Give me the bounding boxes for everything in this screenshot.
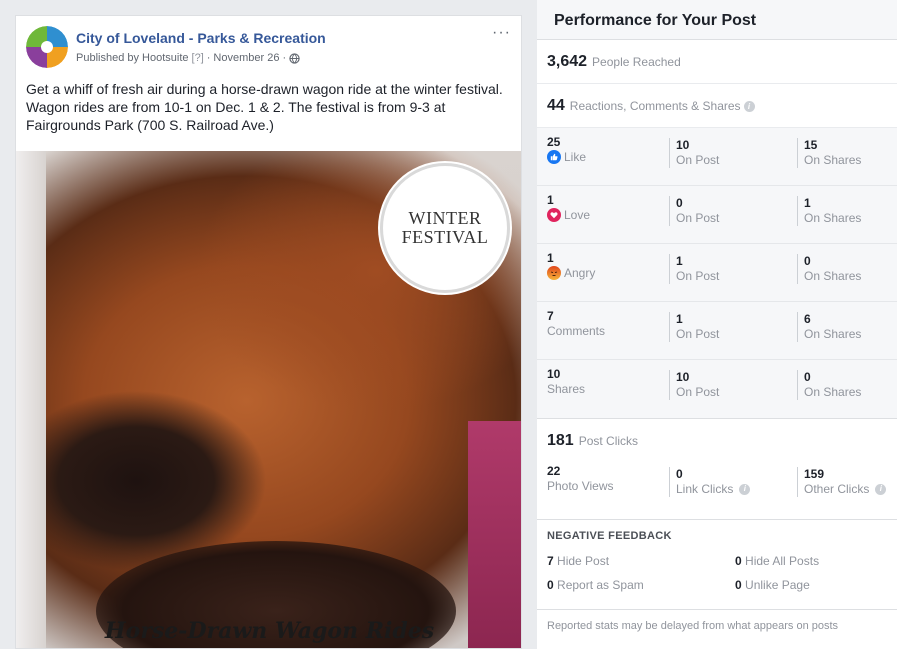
reach-row: 3,642 People Reached	[537, 40, 897, 84]
post-date[interactable]: November 26	[213, 52, 279, 64]
on-shares-label: On Shares	[804, 269, 862, 283]
hide-all-posts-stat: 0 Hide All Posts	[735, 554, 820, 568]
badge-line-1: WINTER	[408, 208, 482, 228]
reaction-stats: 25 Like 10 On Post 15 On Shares 1 Love 0 On…	[537, 128, 897, 419]
shares-on-shares: 0	[804, 370, 811, 384]
hide-post-stat: 7 Hide Post	[547, 554, 610, 568]
more-options-icon[interactable]: ···	[492, 25, 511, 41]
shares-count: 10	[547, 367, 561, 381]
like-icon	[547, 150, 561, 164]
published-by: Published by Hootsuite	[76, 52, 189, 64]
info-icon[interactable]: i	[743, 101, 755, 113]
angry-count: 1	[547, 251, 554, 265]
angry-label: Angry	[564, 266, 596, 280]
post-photo[interactable]: WINTER FESTIVAL Horse-Drawn Wagon Rides	[16, 151, 521, 648]
like-on-post: 10	[676, 138, 690, 152]
page-avatar[interactable]	[26, 26, 68, 68]
on-post-label: On Post	[676, 327, 720, 341]
on-post-label: On Post	[676, 211, 720, 225]
on-post-label: On Post	[676, 385, 720, 399]
meta-separator: ·	[282, 52, 287, 64]
on-post-label: On Post	[676, 153, 720, 167]
like-count: 25	[547, 135, 561, 149]
on-shares-label: On Shares	[804, 153, 862, 167]
reach-value: 3,642	[547, 53, 588, 70]
page-name-link[interactable]: City of Loveland - Parks & Recreation	[76, 30, 326, 46]
shares-on-post: 10	[676, 370, 690, 384]
photo-views-value: 22	[547, 464, 561, 478]
info-icon[interactable]: i	[739, 483, 751, 495]
other-clicks-value: 159	[804, 467, 825, 481]
on-post-label: On Post	[676, 269, 720, 283]
post-text: Get a whiff of fresh air during a horse-…	[26, 81, 503, 133]
photo-snow-background	[16, 151, 46, 648]
link-clicks-label: Link Clicks	[676, 482, 734, 496]
other-clicks-label: Other Clicks	[804, 482, 870, 496]
reach-label: People Reached	[592, 55, 681, 69]
angry-icon	[547, 266, 561, 280]
meta-separator: ·	[206, 52, 211, 64]
stats-footnote: Reported stats may be delayed from what …	[547, 620, 839, 632]
negative-feedback-title: NEGATIVE FEEDBACK	[547, 530, 672, 542]
engagement-label: Reactions, Comments & Shares i	[570, 99, 755, 113]
photo-views-label: Photo Views	[547, 479, 614, 493]
engagement-value: 44	[547, 97, 565, 114]
on-shares-label: On Shares	[804, 385, 862, 399]
photo-caption: Horse-Drawn Wagon Rides	[104, 618, 435, 644]
shares-label: Shares	[547, 382, 586, 396]
angry-on-shares: 0	[804, 254, 811, 268]
negative-feedback-section: NEGATIVE FEEDBACK 7 Hide Post 0 Hide All…	[537, 520, 897, 610]
photo-scarf	[468, 421, 521, 648]
on-shares-label: On Shares	[804, 327, 862, 341]
unlike-page-stat: 0 Unlike Page	[735, 578, 810, 592]
performance-panel: Performance for Your Post 3,642 People R…	[537, 0, 897, 649]
comments-on-shares: 6	[804, 312, 811, 326]
love-on-shares: 1	[804, 196, 811, 210]
angry-on-post: 1	[676, 254, 683, 268]
stat-row-like: 25 Like 10 On Post 15 On Shares	[537, 128, 897, 186]
love-on-post: 0	[676, 196, 683, 210]
info-icon[interactable]: i	[875, 483, 887, 495]
stat-row-love: 1 Love 0 On Post 1 On Shares	[537, 186, 897, 244]
love-label: Love	[564, 208, 591, 222]
post-clicks-value: 181	[547, 432, 574, 449]
stat-row-shares: 10 Shares 10 On Post 0 On Shares	[537, 360, 897, 418]
link-clicks-value: 0	[676, 467, 683, 481]
engagement-row: 44 Reactions, Comments & Shares i	[537, 84, 897, 128]
report-spam-stat: 0 Report as Spam	[547, 578, 644, 592]
comments-count: 7	[547, 309, 554, 323]
panel-title: Performance for Your Post	[537, 0, 897, 40]
winter-festival-badge: WINTER FESTIVAL	[380, 163, 510, 293]
comments-label: Comments	[547, 324, 606, 338]
post-meta: Published by Hootsuite [?] · November 26…	[76, 52, 300, 64]
post-clicks-breakdown: 22 Photo Views 0 Link Clicks i 159 Other Cli…	[537, 461, 897, 519]
badge-line-2: FESTIVAL	[401, 227, 489, 247]
like-label: Like	[564, 150, 587, 164]
love-count: 1	[547, 193, 554, 207]
help-mark[interactable]: [?]	[192, 52, 204, 64]
stat-row-comments: 7 Comments 1 On Post 6 On Shares	[537, 302, 897, 360]
post-clicks-section: 181 Post Clicks 22 Photo Views 0 Link Clic…	[537, 419, 897, 520]
post-card: City of Loveland - Parks & Recreation Pu…	[15, 15, 522, 649]
like-on-shares: 15	[804, 138, 818, 152]
stat-row-angry: 1 Angry 1 On Post 0 On Shares	[537, 244, 897, 302]
love-icon	[547, 208, 561, 222]
comments-on-post: 1	[676, 312, 683, 326]
post-header: City of Loveland - Parks & Recreation Pu…	[16, 16, 521, 68]
post-clicks-label: Post Clicks	[578, 434, 639, 448]
on-shares-label: On Shares	[804, 211, 862, 225]
globe-icon	[289, 52, 300, 64]
post-clicks-header: 181 Post Clicks	[537, 419, 897, 461]
